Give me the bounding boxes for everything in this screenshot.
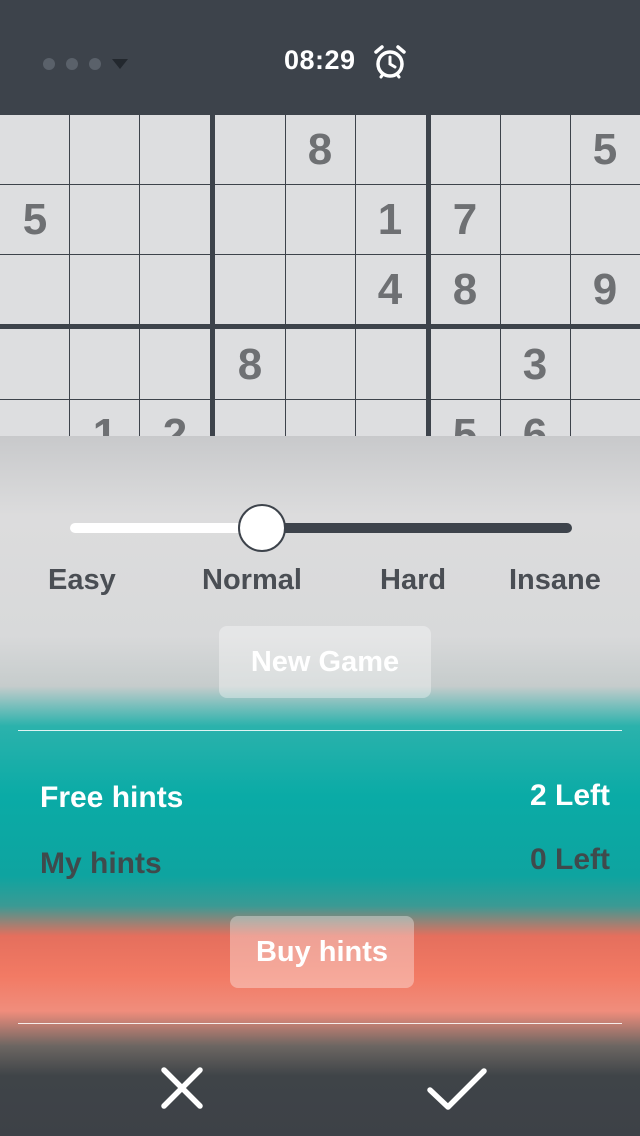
divider [18, 1023, 622, 1024]
difficulty-normal[interactable]: Normal [202, 564, 302, 597]
box-line [426, 115, 431, 440]
free-hints-label: Free hints [40, 781, 184, 814]
sudoku-cell[interactable]: 4 [355, 255, 425, 325]
grid-line [0, 254, 640, 255]
difficulty-insane[interactable]: Insane [509, 564, 601, 597]
new-game-button[interactable]: New Game [219, 626, 431, 698]
sudoku-cell[interactable]: 3 [500, 330, 570, 400]
free-hints-value: 2 Left [529, 779, 610, 812]
close-icon[interactable] [160, 1066, 204, 1110]
sudoku-cell[interactable]: 7 [430, 185, 500, 255]
my-hints-label: My hints [40, 847, 162, 880]
slider-thumb[interactable] [238, 504, 286, 552]
sudoku-cell[interactable]: 5 [430, 400, 500, 440]
menu-dots-icon[interactable] [43, 58, 101, 70]
game-timer: 08:29 [284, 45, 356, 75]
sudoku-board[interactable]: 85517489831256 [0, 115, 640, 440]
grid-line [0, 399, 640, 400]
sudoku-cell[interactable]: 8 [430, 255, 500, 325]
box-line [0, 324, 640, 329]
difficulty-hard[interactable]: Hard [380, 564, 446, 597]
checkmark-icon[interactable] [426, 1066, 488, 1112]
buy-hints-button[interactable]: Buy hints [230, 916, 414, 988]
slider-track-empty[interactable] [262, 523, 572, 533]
chevron-down-icon[interactable] [112, 59, 128, 69]
alarm-clock-icon[interactable] [372, 44, 408, 80]
sudoku-cell[interactable]: 5 [0, 185, 70, 255]
sudoku-cell[interactable]: 5 [570, 115, 640, 185]
divider [18, 730, 622, 731]
my-hints-value: 0 Left [529, 843, 610, 876]
grid-line [570, 115, 571, 440]
grid-line [69, 115, 70, 440]
grid-line [139, 115, 140, 440]
sudoku-cell[interactable]: 8 [215, 330, 285, 400]
sudoku-cell[interactable]: 8 [285, 115, 355, 185]
sudoku-cell[interactable]: 1 [70, 400, 140, 440]
sudoku-cell[interactable]: 9 [570, 255, 640, 325]
sudoku-cell[interactable]: 2 [140, 400, 210, 440]
grid-line [355, 115, 356, 440]
sudoku-cell[interactable]: 1 [355, 185, 425, 255]
sudoku-cell[interactable]: 6 [500, 400, 570, 440]
top-bar: 08:29 [0, 0, 640, 115]
grid-line [500, 115, 501, 440]
box-line [210, 115, 215, 440]
difficulty-easy[interactable]: Easy [48, 564, 116, 597]
grid-line [0, 184, 640, 185]
slider-track-filled[interactable] [70, 523, 262, 533]
grid-line [285, 115, 286, 440]
